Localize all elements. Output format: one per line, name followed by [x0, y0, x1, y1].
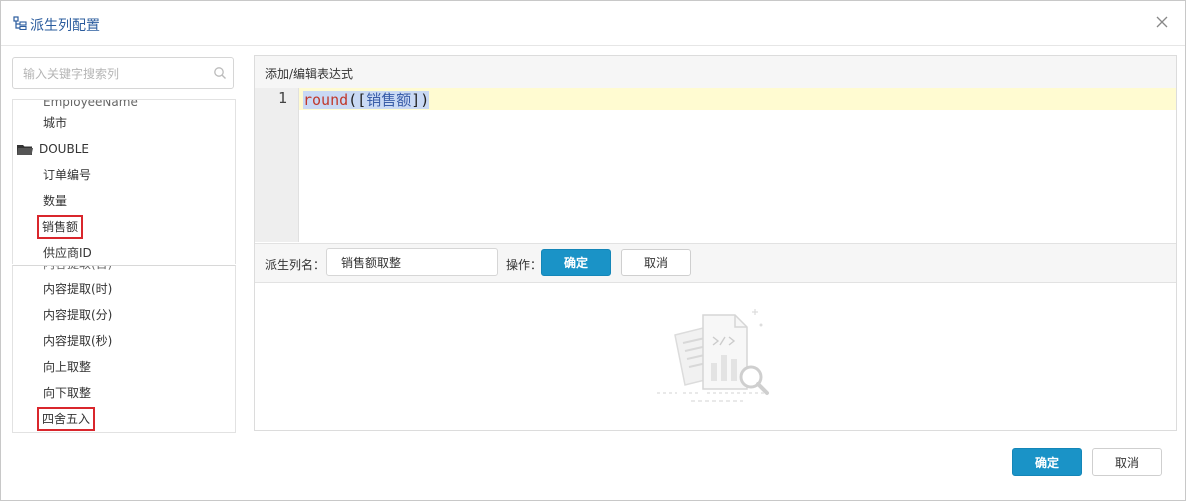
active-line-highlight: [299, 88, 1176, 110]
list-item-highlighted[interactable]: 四舍五入: [36, 407, 96, 431]
list-item[interactable]: 供应商ID: [43, 243, 92, 263]
list-item[interactable]: 内容提取(日): [43, 266, 112, 274]
empty-data-illustration: [657, 309, 769, 402]
list-item[interactable]: 内容提取(分): [43, 305, 112, 325]
field-group-double[interactable]: DOUBLE: [17, 139, 89, 159]
code-function: round: [303, 91, 349, 109]
code-bracket-close: ]): [411, 91, 430, 109]
close-icon[interactable]: [1153, 13, 1171, 31]
code-line[interactable]: round([销售额]): [303, 89, 430, 110]
close-button[interactable]: [1153, 13, 1171, 31]
list-item[interactable]: 数量: [43, 191, 67, 211]
editor-header: 添加/编辑表达式: [255, 56, 1176, 89]
derived-column-icon: [13, 16, 27, 30]
derived-name-input[interactable]: [326, 248, 498, 276]
code-field: 销售额: [366, 91, 412, 109]
cancel-expression-button[interactable]: 取消: [621, 249, 691, 276]
folder-icon: [17, 144, 33, 155]
derived-name-bar: 派生列名： 操作： 确定 取消: [255, 243, 1176, 283]
operation-label: 操作：: [506, 258, 543, 272]
expression-panel: 添加/编辑表达式 1 round([销售额]) 派生列名： 操作： 确定 取消: [254, 55, 1177, 431]
editor-title: 添加/编辑表达式: [265, 67, 354, 81]
line-number: 1: [277, 89, 287, 107]
list-item[interactable]: 向上取整: [43, 357, 91, 377]
list-item[interactable]: 内容提取(时): [43, 279, 112, 299]
search-box[interactable]: [12, 57, 234, 90]
code-bracket-open: ([: [348, 91, 367, 109]
search-input[interactable]: [21, 58, 215, 90]
code-editor[interactable]: 1 round([销售额]): [255, 88, 1176, 242]
list-item[interactable]: 订单编号: [43, 165, 91, 185]
list-item[interactable]: 内容提取(秒): [43, 331, 112, 351]
field-list: EmployeeName 城市 DOUBLE 订单编号 数量 销售额 供应商ID: [12, 99, 236, 264]
column-panel: EmployeeName 城市 DOUBLE 订单编号 数量 销售额 供应商ID…: [12, 57, 236, 433]
derived-name-label: 派生列名：: [265, 258, 326, 272]
confirm-button[interactable]: 确定: [1012, 448, 1082, 476]
list-item-highlighted[interactable]: 销售额: [36, 215, 84, 239]
confirm-expression-button[interactable]: 确定: [541, 249, 611, 276]
list-item[interactable]: 城市: [43, 113, 67, 133]
dialog-title: 派生列配置: [30, 18, 100, 34]
dialog: 派生列配置 EmployeeName 城市 DOUBLE 订单编号: [0, 0, 1186, 501]
dialog-titlebar: 派生列配置: [1, 1, 1185, 46]
function-list: 内容提取(日) 内容提取(时) 内容提取(分) 内容提取(秒) 向上取整 向下取…: [12, 265, 236, 433]
group-label: DOUBLE: [39, 142, 89, 156]
list-item[interactable]: EmployeeName: [43, 100, 138, 112]
list-item[interactable]: 向下取整: [43, 383, 91, 403]
search-icon[interactable]: [213, 66, 227, 80]
line-gutter: 1: [255, 88, 299, 242]
cancel-button[interactable]: 取消: [1092, 448, 1162, 476]
empty-state-area: [255, 283, 1176, 430]
